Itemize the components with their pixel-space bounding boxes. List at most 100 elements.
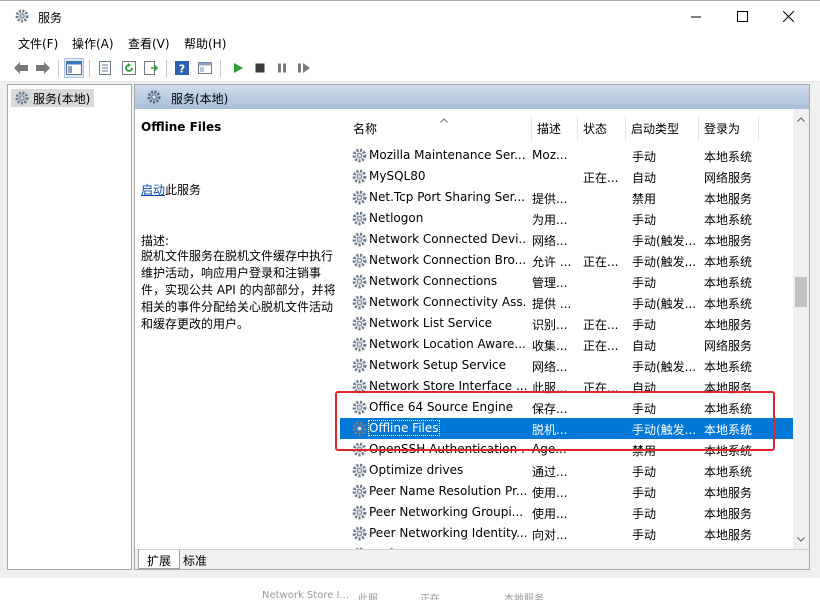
forward-button[interactable] xyxy=(33,58,53,78)
service-name-cell: Mozilla Maintenance Ser... xyxy=(369,148,526,162)
start-service-line: 启动此服务 xyxy=(141,181,201,198)
help-button[interactable]: ? xyxy=(172,58,192,78)
show-tree-button[interactable] xyxy=(64,58,84,78)
service-startup-cell: 手动 xyxy=(632,276,657,290)
service-row[interactable]: Network Setup Service 网络... 手动(触发... 本地系统 xyxy=(340,355,795,376)
service-row[interactable]: Net.Tcp Port Sharing Ser... 提供... 禁用 本地服务 xyxy=(340,187,795,208)
service-logon-cell: 本地服务 xyxy=(704,528,753,542)
column-header-description[interactable]: 描述 xyxy=(531,116,577,141)
service-gear-icon xyxy=(352,148,367,163)
service-row[interactable]: Peer Name Resolution Pr... 使用... 手动 本地服务 xyxy=(340,481,795,502)
service-row[interactable]: Optimize drives 通过... 手动 本地系统 xyxy=(340,460,795,481)
pause-service-button[interactable] xyxy=(272,58,292,78)
column-header-name[interactable]: 名称 xyxy=(347,116,531,141)
background-service-logon: 本地服务 xyxy=(504,594,544,600)
service-row[interactable]: Peer Networking Identity... 向对... 手动 本地服务 xyxy=(340,523,795,544)
service-row[interactable]: Network Connections 管理... 手动 本地系统 xyxy=(340,271,795,292)
service-row[interactable]: Network Connection Bro... 允许 ... 正在... 手动(触… xyxy=(340,250,795,271)
play-icon xyxy=(234,63,243,73)
service-row[interactable]: Network List Service 识别... 正在... 手动 本地服务 xyxy=(340,313,795,334)
menu-action[interactable]: 操作(A) xyxy=(72,35,114,52)
column-header-logon-as[interactable]: 登录为 xyxy=(698,116,758,141)
restart-icon xyxy=(298,63,310,73)
menu-view[interactable]: 查看(V) xyxy=(128,35,170,52)
scrollbar-thumb[interactable] xyxy=(795,277,807,307)
service-name-cell: Network Setup Service xyxy=(369,358,507,372)
service-gear-icon xyxy=(352,463,367,478)
pause-icon xyxy=(278,63,286,73)
close-icon xyxy=(782,11,794,22)
service-row[interactable]: Network Location Aware... 收集... 正在... 自动 网络服… xyxy=(340,334,795,355)
close-button[interactable] xyxy=(765,1,811,32)
console-tree-icon xyxy=(66,61,82,75)
pane-header-title: 服务(本地) xyxy=(171,92,229,106)
view-tabs: 扩展 标准 xyxy=(135,549,809,569)
service-gear-icon xyxy=(352,484,367,499)
toolbar: ? xyxy=(0,54,820,82)
start-service-link[interactable]: 启动 xyxy=(141,183,165,197)
menu-file[interactable]: 文件(F) xyxy=(18,35,58,52)
service-logon-cell: 本地服务 xyxy=(704,318,753,332)
tab-standard[interactable]: 标准 xyxy=(175,550,215,569)
service-name-cell: Network Connection Bro... xyxy=(369,253,526,267)
service-row[interactable]: Network Connectivity Ass... 提供 ... 手动(触发..… xyxy=(340,292,795,313)
service-gear-icon xyxy=(352,169,367,184)
export-list-button[interactable] xyxy=(141,58,161,78)
service-desc-cell: 为用... xyxy=(532,213,568,227)
service-row[interactable]: Netlogon 为用... 手动 本地系统 xyxy=(340,208,795,229)
start-service-button[interactable] xyxy=(228,58,248,78)
back-button[interactable] xyxy=(11,58,31,78)
service-name-cell: Net.Tcp Port Sharing Ser... xyxy=(369,190,525,204)
service-row[interactable]: MySQL80 正在... 自动 网络服务 xyxy=(340,166,795,187)
service-logon-cell: 本地系统 xyxy=(704,213,753,227)
refresh-button[interactable] xyxy=(119,58,139,78)
service-name-cell: MySQL80 xyxy=(369,169,426,183)
minimize-button[interactable] xyxy=(673,1,719,32)
service-logon-cell: 本地系统 xyxy=(704,150,753,164)
service-logon-cell: 本地系统 xyxy=(704,465,753,479)
service-name-cell: Netlogon xyxy=(369,211,424,225)
scroll-up-icon[interactable] xyxy=(797,117,805,122)
restart-service-button[interactable] xyxy=(294,58,314,78)
services-gear-icon xyxy=(15,91,29,105)
service-row[interactable]: Mozilla Maintenance Ser... Moz... 手动 本地系统 xyxy=(340,145,795,166)
service-name-cell: Network Connectivity Ass... xyxy=(369,295,526,309)
vertical-scrollbar[interactable] xyxy=(793,109,809,549)
minimize-icon xyxy=(691,16,701,17)
column-header-status-label: 状态 xyxy=(583,122,608,136)
export-list-icon xyxy=(144,61,159,75)
column-header-startup-type[interactable]: 启动类型 xyxy=(625,116,698,141)
service-desc-cell: 提供... xyxy=(532,192,568,206)
maximize-button[interactable] xyxy=(719,1,765,32)
service-startup-cell: 手动(触发... xyxy=(632,360,697,374)
service-logon-cell: 网络服务 xyxy=(704,171,753,185)
service-name-cell: Network List Service xyxy=(369,316,493,330)
console-tree-pane: 服务(本地) xyxy=(7,84,132,570)
service-startup-cell: 禁用 xyxy=(632,192,657,206)
service-gear-icon xyxy=(352,358,367,373)
menu-help[interactable]: 帮助(H) xyxy=(184,35,226,52)
service-desc-cell: 管理... xyxy=(532,276,568,290)
service-startup-cell: 手动 xyxy=(632,213,657,227)
services-pane: 服务(本地) Offline Files 启动此服务 描述: 脱机文件服务在脱机… xyxy=(134,84,810,570)
column-header-status[interactable]: 状态 xyxy=(577,116,625,141)
stop-service-button[interactable] xyxy=(250,58,270,78)
service-startup-cell: 自动 xyxy=(632,339,657,353)
maximize-icon xyxy=(736,11,748,22)
tree-item-services-local[interactable]: 服务(本地) xyxy=(11,89,95,107)
column-header-description-label: 描述 xyxy=(537,122,562,136)
refresh-icon xyxy=(122,61,136,75)
service-startup-cell: 手动(触发... xyxy=(632,234,697,248)
service-startup-cell: 手动 xyxy=(632,528,657,542)
service-row[interactable]: Network Connected Devi... 网络... 手动(触发... 本地… xyxy=(340,229,795,250)
column-header-startup-type-label: 启动类型 xyxy=(631,122,680,136)
service-gear-icon xyxy=(352,505,367,520)
view-mode-button[interactable] xyxy=(195,58,215,78)
service-startup-cell: 手动 xyxy=(632,150,657,164)
scroll-down-icon[interactable] xyxy=(797,537,805,542)
properties-button[interactable] xyxy=(95,58,115,78)
title-bar: 服务 xyxy=(0,0,820,32)
tab-extended[interactable]: 扩展 xyxy=(138,550,181,569)
service-name-cell: Network Location Aware... xyxy=(369,337,526,351)
service-row[interactable]: Peer Networking Groupi... 使用... 手动 本地服务 xyxy=(340,502,795,523)
